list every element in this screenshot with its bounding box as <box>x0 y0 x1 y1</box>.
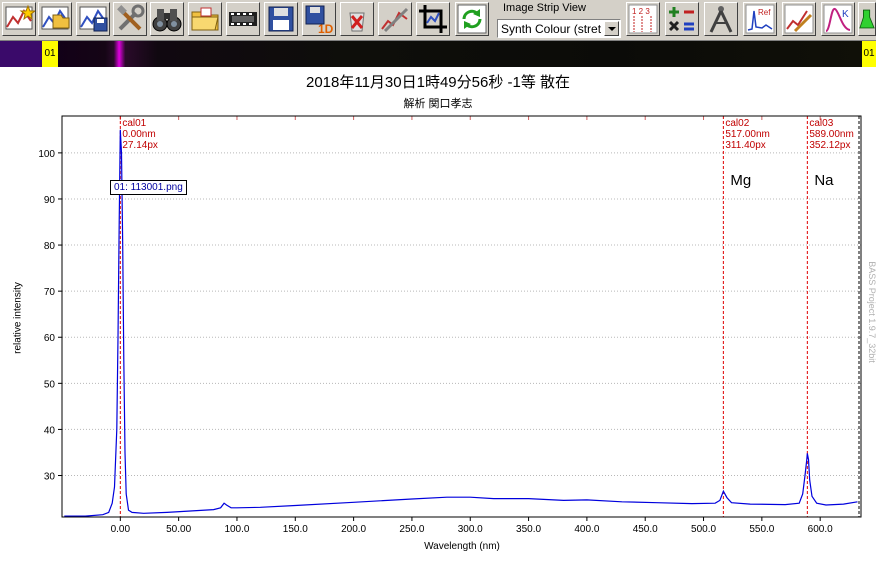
tick-layer: 30 40 50 60 70 80 90 100 0.00 50.00 100.0 150.0 200.… <box>38 116 833 535</box>
calibration-label: 589.00nm <box>809 129 853 140</box>
version-watermark: BASS Project 1.9.7_32bit <box>867 261 876 363</box>
calibration-label: cal01 <box>122 118 146 129</box>
x-tick-label: 600.0 <box>808 524 833 535</box>
x-tick-label: 350.0 <box>516 524 541 535</box>
x-tick-label: 300.0 <box>458 524 483 535</box>
x-tick-label: 500.0 <box>691 524 716 535</box>
spectrum-chart[interactable]: 30 40 50 60 70 80 90 100 0.00 50.00 100.0 150.0 200.… <box>0 0 876 561</box>
y-tick-label: 90 <box>44 195 56 206</box>
y-tick-label: 60 <box>44 333 56 344</box>
x-axis-label: Wavelength (nm) <box>424 541 500 552</box>
x-tick-label: 50.00 <box>166 524 191 535</box>
y-tick-label: 70 <box>44 287 56 298</box>
element-line-label: Mg <box>730 172 752 189</box>
x-tick-label: 250.0 <box>399 524 424 535</box>
calibration-label: 311.40px <box>725 140 765 151</box>
series-legend-label[interactable]: 01: 113001.png <box>110 180 187 195</box>
y-tick-label: 100 <box>38 149 55 160</box>
y-tick-label: 50 <box>44 379 56 390</box>
grid-layer <box>62 152 861 477</box>
calibration-label: 352.12px <box>809 140 850 151</box>
calibration-label: cal02 <box>725 118 749 129</box>
y-axis-label: relative intensity <box>12 282 24 354</box>
y-tick-label: 40 <box>44 425 56 436</box>
x-tick-label: 450.0 <box>633 524 658 535</box>
calibration-label: 0.00nm <box>122 129 155 140</box>
calibration-label: cal03 <box>809 118 833 129</box>
x-tick-label: 200.0 <box>341 524 366 535</box>
calibration-label: 517.00nm <box>725 129 769 140</box>
element-line-label: Na <box>814 172 834 189</box>
y-tick-label: 30 <box>44 472 56 483</box>
x-tick-label: 150.0 <box>283 524 308 535</box>
x-tick-label: 100.0 <box>224 524 249 535</box>
calibration-label: 27.14px <box>122 140 158 151</box>
x-tick-label: 0.00 <box>111 524 131 535</box>
x-tick-label: 550.0 <box>749 524 774 535</box>
x-tick-label: 400.0 <box>574 524 599 535</box>
y-tick-label: 80 <box>44 241 56 252</box>
